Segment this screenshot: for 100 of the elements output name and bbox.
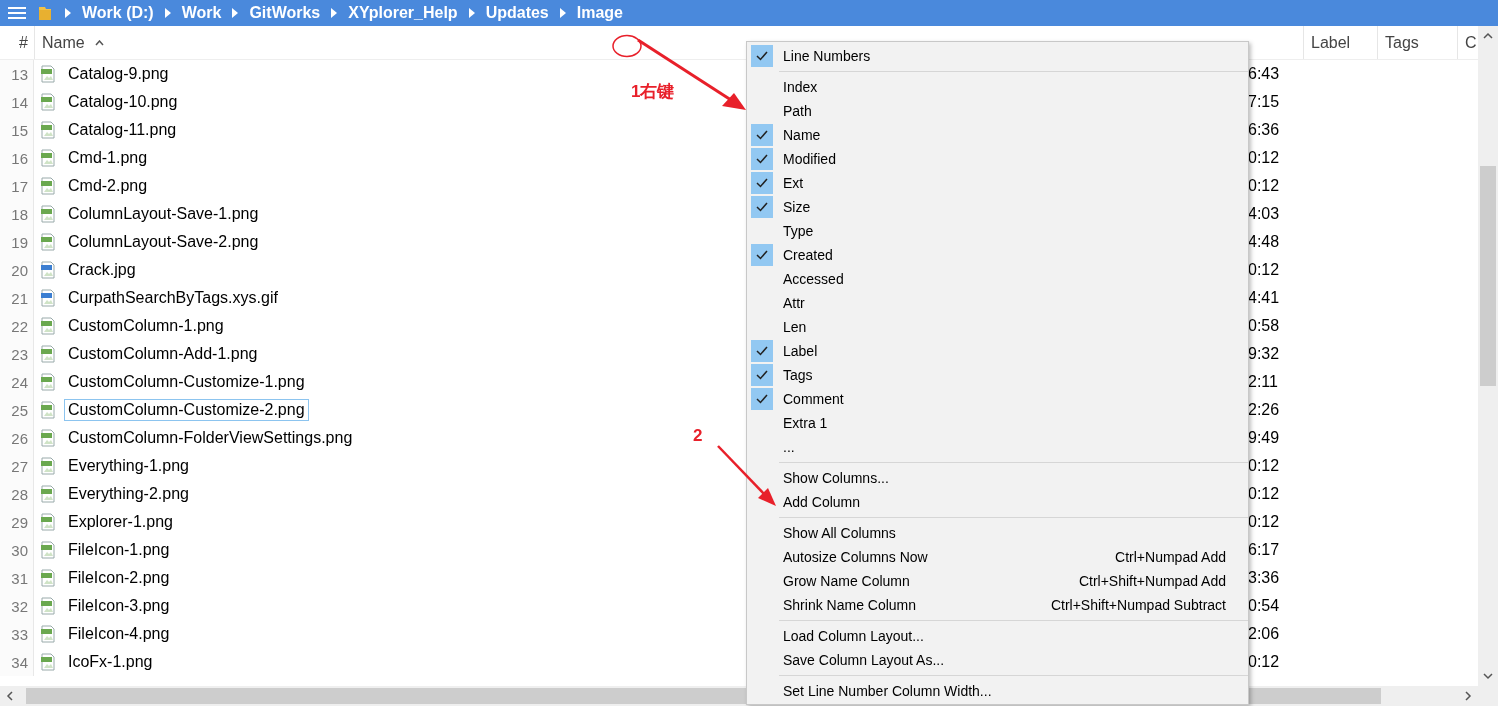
file-name[interactable]: FileIcon-3.png [64,595,174,617]
column-header[interactable]: Name [42,33,85,52]
file-name[interactable]: CustomColumn-Add-1.png [64,343,262,365]
chevron-icon[interactable] [330,8,339,18]
menu-item[interactable]: Label [747,339,1248,363]
file-name[interactable]: Everything-1.png [64,455,193,477]
file-name[interactable]: FileIcon-1.png [64,539,174,561]
line-number: 15 [0,116,34,144]
menu-item[interactable]: Ext [747,171,1248,195]
menu-item[interactable]: Len [747,315,1248,339]
file-name[interactable]: Catalog-11.png [64,119,181,141]
file-name[interactable]: Everything-2.png [64,483,193,505]
image-file-icon [40,429,56,447]
menu-item[interactable]: Show All Columns [747,521,1248,545]
image-file-icon [40,65,56,83]
chevron-icon[interactable] [64,8,72,18]
table-cell-text: 9:32 [1247,345,1281,363]
table-cell-text: 2:06 [1247,625,1281,643]
table-cell-text: 0:12 [1247,513,1281,531]
menu-item[interactable]: Index [747,75,1248,99]
menu-item[interactable]: Tags [747,363,1248,387]
table-cell-text: 4:41 [1247,289,1281,307]
image-file-icon [40,625,56,643]
menu-item[interactable]: Extra 1 [747,411,1248,435]
file-name[interactable]: CustomColumn-1.png [64,315,228,337]
menu-item[interactable]: Set Line Number Column Width... [747,679,1248,703]
file-name[interactable]: ColumnLayout-Save-2.png [64,231,263,253]
file-name[interactable]: CustomColumn-Customize-2.png [64,399,309,421]
file-name[interactable]: ColumnLayout-Save-1.png [64,203,263,225]
circle-annotation [612,34,642,58]
vertical-scrollbar[interactable] [1478,26,1498,686]
image-file-icon [40,233,56,251]
image-file-icon [40,345,56,363]
line-number: 19 [0,228,34,256]
column-header[interactable]: Tags [1385,33,1419,52]
chevron-icon[interactable] [163,8,172,18]
menu-item[interactable]: Created [747,243,1248,267]
breadcrumb-item[interactable]: Work (D:) [76,4,160,22]
annotation-text: 2 [693,426,703,446]
file-name[interactable]: IcoFx-1.png [64,651,157,673]
menu-item[interactable]: Modified [747,147,1248,171]
chevron-icon[interactable] [231,8,240,18]
file-name[interactable]: CurpathSearchByTags.xys.gif [64,287,282,309]
menu-item[interactable]: Show Columns... [747,466,1248,490]
menu-item[interactable]: Add Column [747,490,1248,514]
menu-item[interactable]: Attr [747,291,1248,315]
breadcrumb-item[interactable]: Work [175,4,228,22]
menu-item[interactable]: Line Numbers [747,44,1248,68]
menu-item[interactable]: Save Column Layout As... [747,648,1248,672]
file-name[interactable]: Catalog-10.png [64,91,182,113]
table-cell-text: 3:36 [1247,569,1281,587]
column-header[interactable]: Label [1311,33,1351,52]
folder-icon[interactable] [38,5,52,21]
breadcrumb-item[interactable]: XYplorer_Help [342,4,464,22]
file-name[interactable]: Cmd-1.png [64,147,152,169]
file-name[interactable]: CustomColumn-FolderViewSettings.png [64,427,357,449]
line-number: 28 [0,480,34,508]
menu-item[interactable]: Name [747,123,1248,147]
file-name[interactable]: CustomColumn-Customize-1.png [64,371,309,393]
menu-item[interactable]: Size [747,195,1248,219]
image-file-icon [40,401,56,419]
menu-item[interactable]: Comment [747,387,1248,411]
breadcrumb-item[interactable]: Image [570,4,629,22]
menu-item[interactable]: Grow Name Column Ctrl+Shift+Numpad Add [747,569,1248,593]
menu-item[interactable]: ... [747,435,1248,459]
line-number: 22 [0,312,34,340]
line-number: 24 [0,368,34,396]
image-file-icon [40,177,56,195]
menu-item[interactable]: Load Column Layout... [747,624,1248,648]
image-file-icon [40,261,56,279]
file-name[interactable]: Crack.jpg [64,259,140,281]
image-file-icon [40,597,56,615]
file-name[interactable]: FileIcon-2.png [64,567,174,589]
menu-item[interactable]: Accessed [747,267,1248,291]
file-name[interactable]: Catalog-9.png [64,63,173,85]
line-number: 14 [0,88,34,116]
table-cell-text: 6:17 [1247,541,1281,559]
line-number: 26 [0,424,34,452]
table-cell-text: 4:03 [1247,205,1281,223]
table-cell-text: 6:43 [1247,65,1281,83]
image-file-icon [40,289,56,307]
menu-icon[interactable] [8,6,26,20]
breadcrumb-item[interactable]: Updates [479,4,555,22]
table-cell-text: 0:12 [1247,653,1281,671]
menu-item[interactable]: Shrink Name Column Ctrl+Shift+Numpad Subtract [747,593,1248,617]
file-name[interactable]: FileIcon-4.png [64,623,174,645]
column-header[interactable]: # [0,33,34,52]
file-name[interactable]: Explorer-1.png [64,511,177,533]
table-cell-text: 4:48 [1247,233,1281,251]
table-cell-text: 7:15 [1247,93,1281,111]
breadcrumb-item[interactable]: GitWorks [243,4,327,22]
chevron-icon[interactable] [558,8,567,18]
menu-item[interactable]: Autosize Columns Now Ctrl+Numpad Add [747,545,1248,569]
line-number: 17 [0,172,34,200]
menu-item[interactable]: Type [747,219,1248,243]
chevron-icon[interactable] [467,8,476,18]
table-cell-text: 0:58 [1247,317,1281,335]
menu-item[interactable]: Path [747,99,1248,123]
file-name[interactable]: Cmd-2.png [64,175,152,197]
column-header[interactable]: C [1465,33,1477,52]
